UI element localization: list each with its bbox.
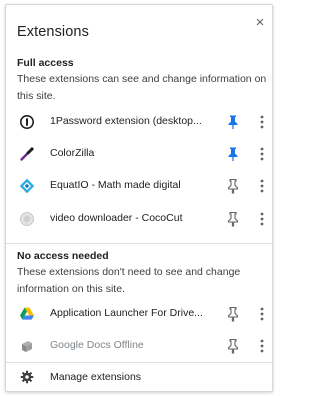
- extension-row-docs-offline[interactable]: Google Docs Offline: [6, 331, 272, 361]
- no-access-heading: No access needed: [17, 250, 109, 262]
- extension-name: EquatIO - Math made digital: [50, 179, 181, 191]
- more-vert-icon[interactable]: [259, 178, 265, 194]
- popup-title: Extensions: [17, 24, 89, 40]
- google-docs-offline-icon: [22, 341, 32, 352]
- pin-filled-icon[interactable]: [226, 146, 240, 162]
- more-vert-icon[interactable]: [259, 211, 265, 227]
- close-button[interactable]: ×: [252, 15, 268, 31]
- more-vert-icon[interactable]: [259, 306, 265, 322]
- extensions-popup: Extensions × Full access These extension…: [5, 4, 273, 392]
- extension-name: video downloader - CocoCut: [50, 212, 183, 224]
- extension-row-equatio[interactable]: EquatIO - Math made digital: [6, 171, 272, 201]
- google-drive-icon: [20, 307, 34, 320]
- full-access-description: These extensions can see and change info…: [17, 73, 267, 102]
- extension-row-colorzilla[interactable]: ColorZilla: [6, 139, 272, 169]
- more-vert-icon[interactable]: [259, 338, 265, 354]
- pin-outline-icon[interactable]: [226, 178, 240, 194]
- more-vert-icon[interactable]: [259, 114, 265, 130]
- manage-extensions-button[interactable]: Manage extensions: [6, 363, 272, 391]
- more-vert-icon[interactable]: [259, 146, 265, 162]
- equatio-icon: [19, 178, 35, 194]
- gear-icon: [20, 370, 34, 384]
- extension-name: 1Password extension (desktop...: [50, 115, 202, 127]
- extension-row-cococut[interactable]: video downloader - CocoCut: [6, 204, 272, 234]
- extension-name: ColorZilla: [50, 147, 95, 159]
- pin-outline-icon[interactable]: [226, 306, 240, 322]
- pin-outline-icon[interactable]: [226, 211, 240, 227]
- cococut-icon: [20, 212, 34, 226]
- colorzilla-dropper-icon: [20, 147, 34, 161]
- pin-outline-icon[interactable]: [226, 338, 240, 354]
- extension-name: Application Launcher For Drive...: [50, 307, 203, 319]
- extension-row-app-launcher[interactable]: Application Launcher For Drive...: [6, 299, 272, 329]
- close-icon: ×: [255, 14, 265, 31]
- popup-header: Extensions ×: [6, 5, 272, 51]
- section-divider: [6, 243, 272, 244]
- extension-name: Google Docs Offline: [50, 339, 144, 351]
- pin-filled-icon[interactable]: [226, 114, 240, 130]
- no-access-description: These extensions don't need to see and c…: [17, 266, 241, 295]
- manage-extensions-label: Manage extensions: [50, 371, 142, 383]
- extension-row-1password[interactable]: 1Password extension (desktop...: [6, 107, 272, 137]
- full-access-heading: Full access: [17, 57, 74, 69]
- 1password-icon: [20, 115, 34, 129]
